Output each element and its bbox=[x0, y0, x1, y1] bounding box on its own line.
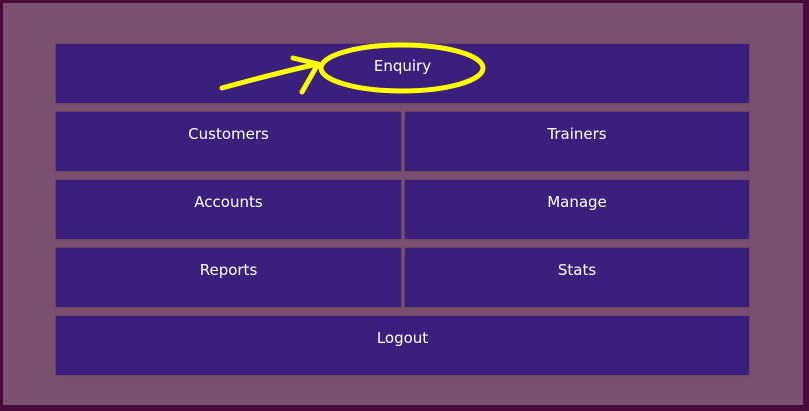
reports-button[interactable]: Reports bbox=[56, 248, 401, 307]
trainers-button[interactable]: Trainers bbox=[405, 112, 749, 171]
logout-button[interactable]: Logout bbox=[56, 316, 749, 375]
enquiry-button[interactable]: Enquiry bbox=[56, 44, 749, 103]
manage-button[interactable]: Manage bbox=[405, 180, 749, 239]
stats-button[interactable]: Stats bbox=[405, 248, 749, 307]
customers-button[interactable]: Customers bbox=[56, 112, 401, 171]
menu-panel: Enquiry Customers Trainers Accounts Mana… bbox=[3, 3, 803, 405]
accounts-button[interactable]: Accounts bbox=[56, 180, 401, 239]
